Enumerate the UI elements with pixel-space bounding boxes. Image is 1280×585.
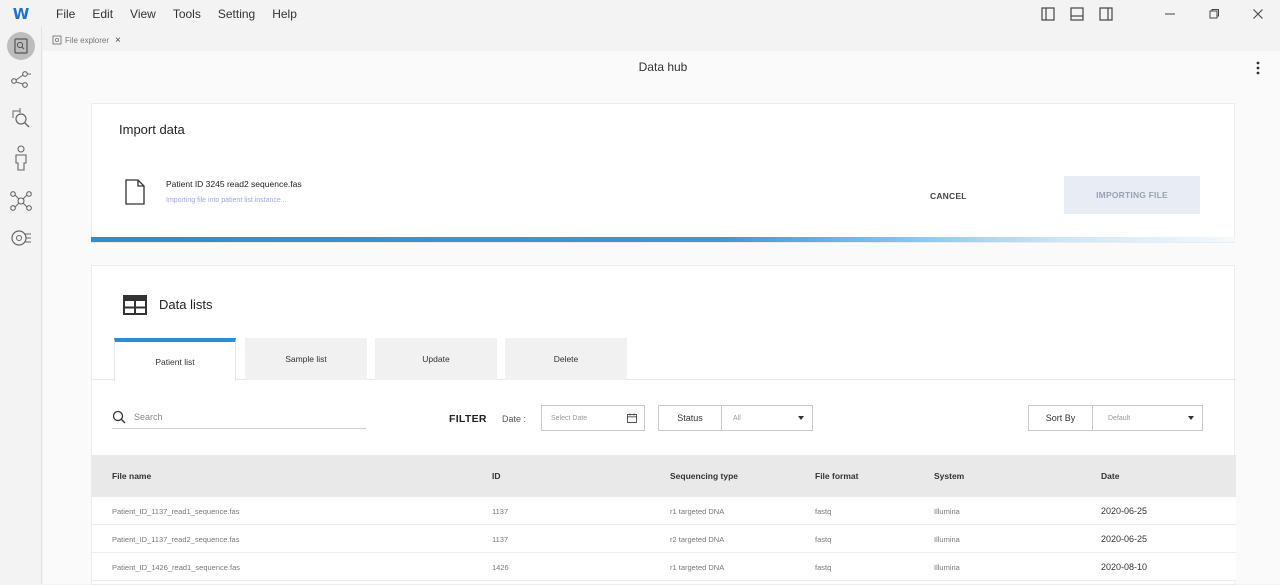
menu-bar: W File Edit View Tools Setting Help — [0, 0, 1280, 27]
search-icon — [112, 410, 126, 424]
file-explorer-tab-icon — [52, 35, 62, 45]
cell-date: 2020-08-10 — [1101, 562, 1148, 572]
status-label: Status — [659, 406, 722, 430]
table-header: File name ID Sequencing type File format… — [92, 455, 1236, 497]
cancel-button[interactable]: CANCEL — [930, 191, 967, 201]
table-row[interactable]: Patient_ID_1137_read1_sequence.fas 1137 … — [92, 497, 1236, 525]
data-lists-title: Data lists — [159, 297, 213, 312]
tab-close-icon[interactable]: × — [115, 35, 121, 46]
filter-label: FILTER — [449, 413, 487, 425]
settings-analysis-icon[interactable] — [7, 224, 35, 252]
col-sequencing-type[interactable]: Sequencing type — [670, 471, 738, 481]
sort-value-text: Default — [1108, 414, 1131, 422]
tab-file-explorer[interactable]: File explorer × — [48, 29, 125, 51]
cell-file-name: Patient_ID_1137_read2_sequence.fas — [112, 535, 240, 544]
status-value[interactable]: All — [722, 406, 812, 430]
table-row[interactable]: Patient_ID_1137_read2_sequence.fas 1137 … — [92, 525, 1236, 553]
network-icon[interactable] — [7, 187, 35, 215]
cell-format: fastq — [815, 507, 832, 516]
person-icon[interactable] — [7, 144, 35, 172]
main-content: Data hub Import data Patient ID 3245 rea… — [43, 51, 1280, 585]
cell-format: fastq — [815, 563, 832, 572]
table-row[interactable]: Patient_ID_1426_read1_sequence.fas 1426 … — [92, 553, 1236, 581]
workflow-icon[interactable] — [7, 65, 35, 93]
document-icon — [123, 178, 147, 211]
import-file-name: Patient ID 3245 read2 sequence.fas — [166, 179, 302, 189]
cell-date: 2020-06-25 — [1101, 506, 1148, 516]
import-data-title: Import data — [119, 122, 185, 137]
minimize-icon[interactable] — [1148, 0, 1192, 27]
col-id[interactable]: ID — [492, 471, 501, 481]
table-grid-icon — [123, 295, 147, 320]
cell-system: Illumina — [934, 563, 960, 572]
tab-sample-list[interactable]: Sample list — [245, 338, 367, 380]
tab-update[interactable]: Update — [375, 338, 497, 380]
window-controls — [1033, 0, 1280, 27]
restore-icon[interactable] — [1192, 0, 1236, 27]
activity-sidebar — [0, 27, 42, 584]
date-picker-field[interactable]: Select Date — [541, 405, 645, 431]
sort-value[interactable]: Default — [1093, 406, 1202, 430]
data-lists-tabs: Patient list Sample list Update Delete — [92, 338, 1236, 381]
calendar-icon[interactable] — [627, 413, 637, 423]
file-explorer-icon[interactable] — [7, 32, 35, 60]
menu-edit[interactable]: Edit — [92, 7, 113, 21]
more-options-icon[interactable] — [1254, 60, 1262, 76]
status-select[interactable]: Status All — [658, 405, 813, 431]
menu-help[interactable]: Help — [272, 7, 297, 21]
col-date[interactable]: Date — [1101, 471, 1119, 481]
sort-select[interactable]: Sort By Default — [1028, 405, 1203, 431]
sort-label: Sort By — [1029, 406, 1093, 430]
cell-file-name: Patient_ID_1137_read1_sequence.fas — [112, 507, 240, 516]
import-status-text: Importing file into patient list instanc… — [166, 197, 287, 204]
col-file-format[interactable]: File format — [815, 471, 858, 481]
search-bar — [112, 406, 366, 429]
menu-view[interactable]: View — [130, 7, 156, 21]
col-file-name[interactable]: File name — [112, 471, 151, 481]
cell-system: Illumina — [934, 507, 960, 516]
search-input[interactable] — [134, 412, 354, 422]
chevron-down-icon — [798, 416, 804, 420]
search-analysis-icon[interactable] — [7, 104, 35, 132]
editor-tabstrip: File explorer × — [43, 27, 1280, 51]
app-logo: W — [12, 4, 30, 23]
tab-file-explorer-label: File explorer — [65, 35, 110, 45]
cell-format: fastq — [815, 535, 832, 544]
close-window-icon[interactable] — [1236, 0, 1280, 27]
menu-setting[interactable]: Setting — [218, 7, 255, 21]
tab-delete[interactable]: Delete — [505, 338, 627, 380]
menu-tools[interactable]: Tools — [173, 7, 201, 21]
layout-left-icon[interactable] — [1033, 0, 1062, 27]
cell-date: 2020-06-25 — [1101, 534, 1148, 544]
col-system[interactable]: System — [934, 471, 964, 481]
chevron-down-icon — [1188, 416, 1194, 420]
layout-right-icon[interactable] — [1091, 0, 1120, 27]
status-value-text: All — [733, 414, 741, 422]
cell-seq-type: r1 targeted DNA — [670, 563, 725, 572]
data-lists-card: Data lists Patient list Sample list Upda… — [91, 265, 1236, 585]
layout-bottom-icon[interactable] — [1062, 0, 1091, 27]
date-placeholder: Select Date — [551, 414, 588, 422]
cell-system: Illumina — [934, 535, 960, 544]
cell-seq-type: r1 targeted DNA — [670, 507, 725, 516]
patient-table: File name ID Sequencing type File format… — [92, 455, 1236, 581]
cell-id: 1137 — [492, 535, 509, 544]
tab-patient-list[interactable]: Patient list — [114, 338, 236, 381]
import-progress-bar — [91, 237, 1235, 242]
menu-file[interactable]: File — [56, 7, 75, 21]
importing-file-button[interactable]: IMPORTING FILE — [1064, 176, 1200, 214]
cell-file-name: Patient_ID_1426_read1_sequence.fas — [112, 563, 241, 572]
cell-seq-type: r2 targeted DNA — [670, 535, 725, 544]
cell-id: 1426 — [492, 563, 509, 572]
page-title: Data hub — [638, 60, 688, 74]
cell-id: 1137 — [492, 507, 509, 516]
date-label: Date : — [502, 414, 527, 424]
import-data-card: Import data — [91, 103, 1235, 243]
